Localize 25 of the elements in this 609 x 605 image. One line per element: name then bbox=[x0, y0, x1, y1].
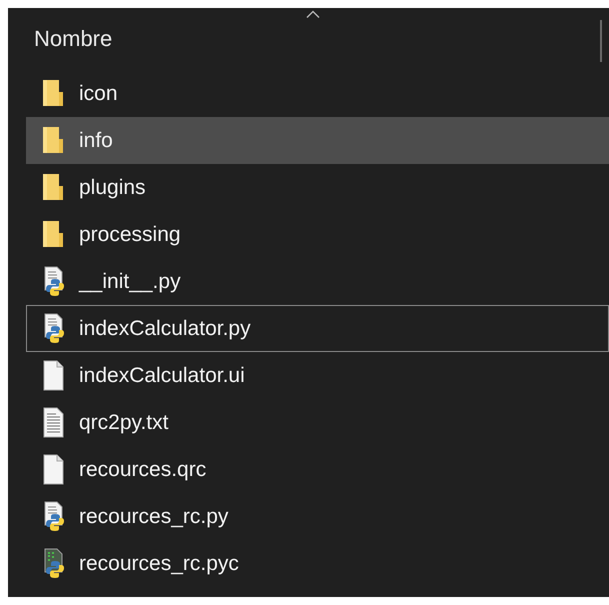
file-name: processing bbox=[79, 222, 181, 246]
file-name: icon bbox=[79, 82, 118, 106]
file-row[interactable]: recources_rc.py bbox=[26, 493, 609, 540]
file-row[interactable]: recources.qrc bbox=[26, 446, 609, 493]
file-row[interactable]: processing bbox=[26, 211, 609, 258]
file-row[interactable]: recources_rc.pyc bbox=[26, 540, 609, 587]
file-name: plugins bbox=[79, 176, 146, 200]
file-row[interactable]: qrc2py.txt bbox=[26, 399, 609, 446]
column-header[interactable]: Nombre bbox=[34, 26, 112, 52]
file-name: qrc2py.txt bbox=[79, 410, 168, 434]
file-row[interactable]: indexCalculator.ui bbox=[26, 352, 609, 399]
file-row[interactable]: info bbox=[26, 117, 609, 164]
file-name: recources_rc.pyc bbox=[79, 552, 239, 576]
file-name: info bbox=[79, 128, 113, 152]
scrollbar-thumb[interactable] bbox=[600, 20, 602, 62]
file-name: indexCalculator.ui bbox=[79, 364, 245, 388]
file-name: recources.qrc bbox=[79, 458, 206, 482]
file-row[interactable]: icon bbox=[26, 70, 609, 117]
file-row[interactable]: __init__.py bbox=[26, 258, 609, 305]
file-name: __init__.py bbox=[79, 270, 181, 294]
file-row[interactable]: indexCalculator.py bbox=[26, 305, 609, 352]
sort-caret-icon bbox=[306, 10, 320, 18]
file-name: indexCalculator.py bbox=[79, 316, 251, 340]
file-name: recources_rc.py bbox=[79, 504, 228, 528]
file-row[interactable]: plugins bbox=[26, 164, 609, 211]
